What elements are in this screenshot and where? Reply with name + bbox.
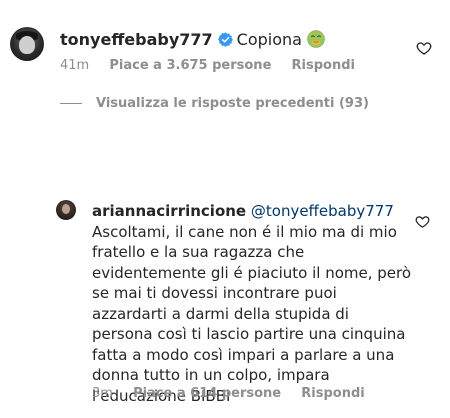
avatar-face xyxy=(19,36,35,54)
reply-header-line: ariannacirrincione @tonyeffebaby777 xyxy=(92,201,412,222)
avatar-tonyeffebaby777[interactable] xyxy=(10,27,44,61)
top-comment-reply-button[interactable]: Rispondi xyxy=(292,58,355,73)
nauseated-face-emoji-icon xyxy=(307,30,325,48)
reply-text-line: persona così ti lascio partire una cinqu… xyxy=(92,325,406,343)
top-comment-username[interactable]: tonyeffebaby777 xyxy=(60,30,213,49)
top-comment-meta: 41m Piace a 3.675 persone Rispondi xyxy=(60,58,371,73)
avatar-face xyxy=(62,204,70,214)
reply-reply-button[interactable]: Rispondi xyxy=(301,386,364,401)
view-previous-replies-label: Visualizza le risposte precedenti (93) xyxy=(96,96,369,111)
reply-body: ariannacirrincione @tonyeffebaby777 Asco… xyxy=(92,201,412,406)
reply-text-line: se mai ti dovessi incontrare puoi xyxy=(92,284,337,302)
reply-text-line: fratello e la sua ragazza che xyxy=(92,243,305,261)
reply-username[interactable]: ariannacirrincione xyxy=(92,202,246,220)
top-comment-time: 41m xyxy=(60,58,90,73)
top-comment-likes[interactable]: Piace a 3.675 persone xyxy=(109,58,271,73)
top-comment-body: tonyeffebaby777 Copiona xyxy=(60,30,325,50)
like-heart-icon-reply[interactable] xyxy=(415,214,430,229)
reply-text-line: fatta a modo così impari a parlare a una xyxy=(92,345,395,364)
replies-divider-line xyxy=(60,103,82,104)
reply-mention-link[interactable]: @tonyeffebaby777 xyxy=(251,202,394,220)
like-heart-icon-top[interactable] xyxy=(416,40,432,56)
reply-text-line: evidentemente gli é piaciuto il nome, pe… xyxy=(92,263,412,282)
reply-time: 3m xyxy=(92,386,113,401)
reply-text-line: azzardarti a darmi della stupida di xyxy=(92,304,349,323)
verified-badge-icon xyxy=(217,32,233,47)
view-previous-replies-button[interactable]: Visualizza le risposte precedenti (93) xyxy=(60,96,369,111)
avatar-ariannacirrincione[interactable] xyxy=(56,200,76,220)
reply-text-line: Ascoltami, il cane non é il mio ma di mi… xyxy=(92,222,397,241)
reply-meta: 3m Piace a 614 persone Rispondi xyxy=(92,386,381,401)
reply-text-line: donna tutto in un colpo, impara xyxy=(92,366,330,384)
top-comment-text: Copiona xyxy=(236,30,302,49)
reply-likes[interactable]: Piace a 614 persone xyxy=(133,386,281,401)
